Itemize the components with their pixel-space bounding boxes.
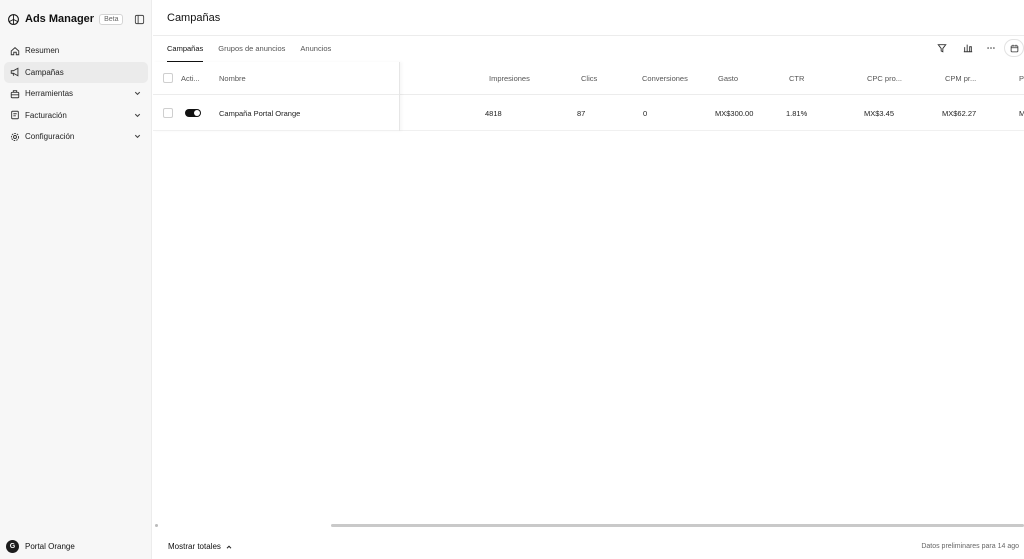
chevron-down-icon (133, 132, 142, 141)
main-content: Campañas Campañas Grupos de anuncios Anu… (153, 0, 1024, 559)
tab-bar: Campañas Grupos de anuncios Anuncios (167, 44, 346, 62)
sidebar-item-label: Herramientas (25, 89, 74, 98)
megaphone-icon (9, 67, 20, 78)
column-header-impressions[interactable]: Impresiones (489, 74, 530, 83)
chevron-down-icon (133, 89, 142, 98)
column-header-clicks[interactable]: Clics (581, 74, 597, 83)
openai-logo-icon (7, 13, 20, 26)
column-header-ctr[interactable]: CTR (789, 74, 804, 83)
receipt-icon (9, 110, 20, 121)
sidebar-item-facturacion[interactable]: Facturación (4, 105, 148, 126)
sidebar-item-label: Facturación (25, 110, 67, 120)
table-header: Acti... Nombre Impresiones Clics Convers… (153, 62, 1024, 95)
avatar: G (6, 540, 19, 553)
header-divider (153, 35, 1024, 36)
toolbox-icon (9, 88, 20, 99)
campaigns-table: Acti... Nombre Impresiones Clics Convers… (153, 62, 1024, 131)
column-header-conversions[interactable]: Conversiones (642, 74, 688, 83)
brand: Ads Manager Beta (7, 11, 147, 27)
scroll-left-indicator (155, 524, 158, 527)
cell-spend: MX$300.00 (715, 109, 754, 118)
table-toolbar (933, 39, 1024, 57)
column-header-spend[interactable]: Gasto (718, 74, 738, 83)
sidebar-toggle-icon[interactable] (133, 13, 145, 25)
calendar-icon[interactable] (1004, 39, 1024, 57)
tab-grupos-de-anuncios[interactable]: Grupos de anuncios (218, 44, 285, 62)
column-header-name[interactable]: Nombre (219, 74, 246, 83)
cell-clicks: 87 (577, 109, 586, 118)
tab-campanas[interactable]: Campañas (167, 44, 204, 62)
sidebar-item-campanas[interactable]: Campañas (4, 61, 148, 83)
tab-anuncios[interactable]: Anuncios (300, 44, 331, 62)
row-checkbox[interactable] (163, 108, 173, 118)
sidebar: Ads Manager Beta Resumen Campañas Herram… (0, 0, 152, 559)
sidebar-item-label: Configuración (25, 132, 75, 141)
cell-impressions: 4818 (485, 109, 502, 118)
column-header-extra[interactable]: P (1019, 74, 1024, 83)
sidebar-item-resumen[interactable]: Resumen (4, 40, 148, 61)
sidebar-item-herramientas[interactable]: Herramientas (4, 83, 148, 104)
cell-cpc: MX$3.45 (864, 109, 895, 118)
campaign-active-toggle[interactable] (185, 109, 201, 117)
columns-icon[interactable] (962, 42, 974, 54)
beta-badge: Beta (99, 13, 124, 25)
home-icon (9, 45, 20, 56)
page-title: Campañas (167, 12, 221, 24)
column-header-active[interactable]: Acti... (181, 74, 200, 83)
filter-icon[interactable] (936, 42, 948, 54)
show-totals-label: Mostrar totales (168, 542, 221, 551)
table-row[interactable]: Campaña Portal Orange 4818 87 0 MX$300.0… (153, 95, 1024, 131)
account-switcher[interactable]: G Portal Orange (6, 540, 75, 553)
brand-name: Ads Manager (25, 13, 95, 25)
cell-conversions: 0 (643, 109, 648, 118)
chevron-up-icon (225, 543, 233, 551)
gear-icon (9, 131, 20, 142)
preliminary-data-note: Datos preliminares para 14 ago (921, 543, 1019, 550)
more-icon[interactable] (985, 42, 997, 54)
select-all-checkbox[interactable] (163, 73, 173, 83)
sidebar-item-configuracion[interactable]: Configuración (4, 126, 148, 147)
sidebar-item-label: Campañas (25, 67, 64, 77)
column-header-cpc[interactable]: CPC pro... (867, 74, 902, 83)
toggle-knob (194, 110, 200, 116)
account-name: Portal Orange (25, 542, 75, 551)
sidebar-nav: Resumen Campañas Herramientas Facturació… (4, 40, 148, 148)
horizontal-scrollbar[interactable] (331, 524, 1024, 527)
cell-extra: M (1019, 109, 1024, 118)
chevron-down-icon (133, 111, 142, 120)
show-totals-button[interactable]: Mostrar totales (168, 542, 233, 551)
campaign-name[interactable]: Campaña Portal Orange (219, 109, 300, 118)
column-header-cpm[interactable]: CPM pr... (945, 74, 976, 83)
cell-ctr: 1.81% (786, 109, 808, 118)
cell-cpm: MX$62.27 (942, 109, 977, 118)
sidebar-item-label: Resumen (25, 46, 60, 55)
